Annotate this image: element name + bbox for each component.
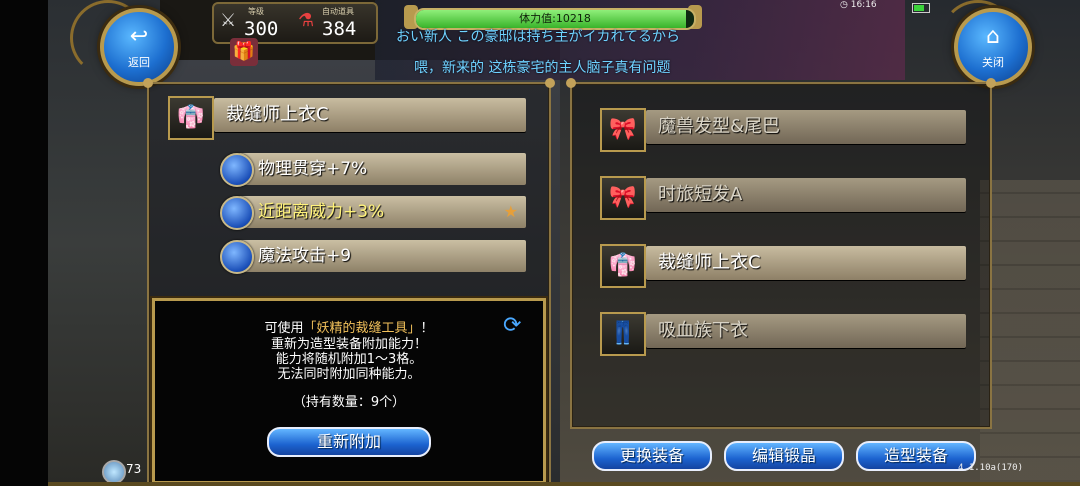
crystal-icon: [102, 460, 126, 484]
style-item-label: 魔兽发型&尾巴: [658, 116, 781, 137]
ribbon-icon[interactable]: 🎀: [600, 176, 646, 220]
change-equipment-button[interactable]: 更换装备: [592, 441, 712, 471]
auto-items-value: 384: [322, 18, 357, 40]
auto-items-caption: 自动道具: [322, 7, 354, 16]
home-icon: ⌂: [986, 24, 1000, 49]
close-label: 关闭: [982, 56, 1004, 69]
info-line-4: 无法同时附加同种能力。: [277, 367, 421, 382]
edit-forge-button[interactable]: 编辑锻晶: [724, 441, 844, 471]
style-item-label: 时旅短发A: [658, 184, 743, 205]
shirt-icon[interactable]: 👘: [600, 244, 646, 288]
ability-option-2: 近距离威力+3% ★: [240, 196, 526, 228]
bottom-border: [48, 482, 1080, 486]
ability-option-label: 物理贯穿+7%: [258, 159, 368, 179]
style-item-4[interactable]: 吸血族下衣: [646, 314, 966, 348]
crystal-count: 73: [126, 462, 142, 476]
gift-icon[interactable]: 🎁: [230, 38, 258, 66]
pants-icon[interactable]: 👖: [600, 312, 646, 356]
clock-icon: ◷: [840, 0, 851, 10]
ability-orb-icon: [220, 196, 254, 230]
reattach-button[interactable]: 重新附加: [267, 427, 431, 457]
chat-line-chinese: 喂，新来的 这栋豪宅的主人脑子真有问题: [414, 60, 671, 76]
clock-text: 16:16: [850, 0, 877, 10]
style-item-label: 吸血族下衣: [658, 320, 748, 341]
version-text: 4.1.10a(170): [958, 463, 1024, 473]
chat-line-japanese: おい新人 この豪邸は持ち主がイカれてるから: [396, 29, 681, 45]
ability-option-3: 魔法攻击+9: [240, 240, 526, 272]
ability-option-label: 魔法攻击+9: [258, 246, 352, 266]
ability-option-1: 物理贯穿+7%: [240, 153, 526, 185]
level-caption: 等级: [248, 7, 264, 16]
selected-item-bar: 裁缝师上衣C: [214, 98, 526, 132]
style-item-2[interactable]: 时旅短发A: [646, 178, 966, 212]
ribbon-icon[interactable]: 🎀: [600, 108, 646, 152]
star-icon: ★: [503, 202, 518, 221]
style-item-1[interactable]: 魔兽发型&尾巴: [646, 110, 966, 144]
shirt-icon: 👘: [168, 96, 214, 140]
ability-orb-icon: [220, 240, 254, 274]
battery-icon: [912, 3, 930, 13]
potion-icon: ⚗: [298, 10, 315, 31]
status-clock: ◷ 16:16: [840, 0, 877, 10]
level-icon: ⚔: [220, 10, 237, 31]
holding-count: （持有数量：9个）: [292, 395, 406, 410]
style-item-3[interactable]: 裁缝师上衣C: [646, 246, 966, 280]
selected-item-name: 裁缝师上衣C: [226, 104, 329, 125]
level-value: 300: [244, 18, 279, 40]
reattach-info-box: ⟳ 可使用「妖精的裁缝工具」！ 重新为造型装备附加能力！ 能力将随机附加1～3格…: [152, 298, 546, 484]
close-button[interactable]: ⌂ 关闭: [954, 8, 1032, 86]
ability-option-label: 近距离威力+3%: [258, 202, 385, 222]
back-arrow-icon: ↩: [129, 24, 149, 49]
style-item-label: 裁缝师上衣C: [658, 252, 761, 273]
back-button[interactable]: ↩ 返回: [100, 8, 178, 86]
ability-orb-icon: [220, 153, 254, 187]
back-label: 返回: [128, 56, 150, 69]
